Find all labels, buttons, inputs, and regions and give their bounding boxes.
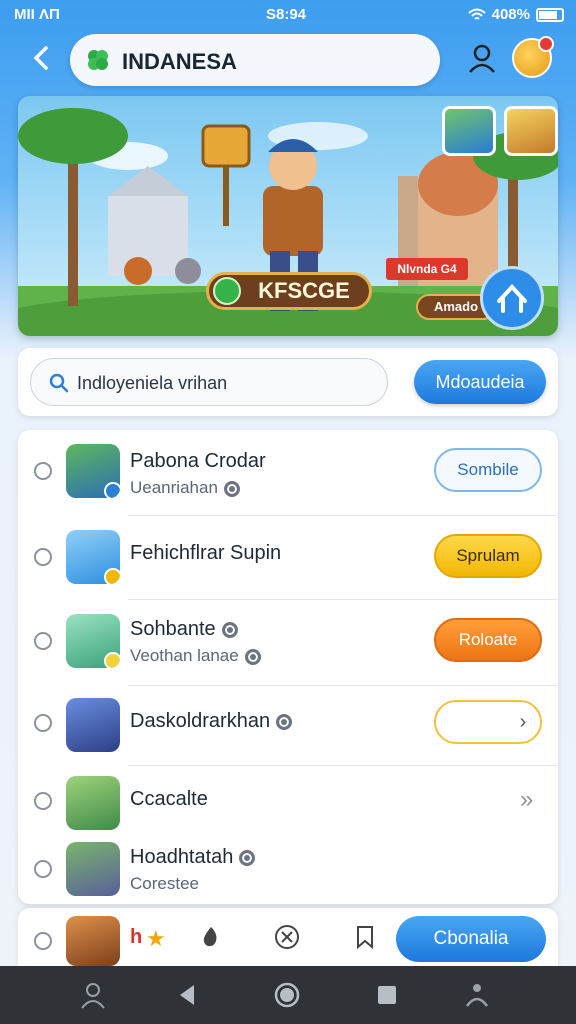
- item-subtitle: Veothan lanae: [130, 646, 261, 666]
- banner-thumbnail[interactable]: [442, 106, 496, 156]
- list-item[interactable]: Ccacalte »: [18, 766, 558, 834]
- bookmark-icon[interactable]: [352, 924, 378, 950]
- notification-dot: [538, 36, 554, 52]
- avatar: [66, 614, 120, 668]
- avatar: [66, 916, 120, 966]
- banner-red-tag: Nlvnda G4: [386, 258, 468, 280]
- home-fab[interactable]: [480, 266, 544, 330]
- badge-icon: [104, 652, 120, 668]
- list-item[interactable]: Daskoldrarkhan ›: [18, 686, 558, 766]
- radio-button[interactable]: [34, 548, 52, 566]
- item-title: Daskoldrarkhan: [130, 710, 293, 733]
- banner-badge-text: KFSCGE: [258, 278, 350, 303]
- list-item[interactable]: Hoadhtatah Corestee: [18, 834, 558, 904]
- system-nav-bar: [0, 966, 576, 1024]
- avatar: [66, 444, 120, 498]
- item-title: Fehichflrar Supin: [130, 542, 282, 564]
- item-action-button[interactable]: Roloate: [434, 618, 542, 662]
- chevron-right-icon[interactable]: »: [520, 786, 533, 814]
- star-icon: ★: [146, 926, 166, 951]
- flame-icon[interactable]: [198, 924, 224, 950]
- list-item[interactable]: Sohbante Veothan lanae Roloate: [18, 600, 558, 686]
- list-card: Pabona Crodar Ueanriahan Sombile Fehichf…: [18, 430, 558, 904]
- item-subtitle: Ueanriahan: [130, 478, 240, 498]
- list-item[interactable]: Pabona Crodar Ueanriahan Sombile: [18, 430, 558, 516]
- user-outline-icon[interactable]: [78, 980, 108, 1010]
- battery-icon: [536, 7, 564, 22]
- item-title: Pabona Crodar: [130, 450, 266, 472]
- item-title: Ccacalte: [130, 788, 208, 810]
- page-title: INDANESA: [122, 49, 237, 74]
- search-input[interactable]: [77, 373, 377, 394]
- home-icon: [497, 284, 527, 313]
- search-icon: [49, 373, 69, 393]
- badge-icon: [104, 568, 120, 584]
- user-icon[interactable]: [466, 42, 498, 74]
- profile-avatar[interactable]: [512, 36, 554, 78]
- primary-action-button[interactable]: Cbonalia: [396, 916, 546, 962]
- status-icons: 408%: [467, 6, 564, 23]
- info-icon: [239, 849, 256, 866]
- carrier-text: MII ΛΠ: [14, 6, 60, 23]
- recents-square-icon[interactable]: [372, 980, 402, 1010]
- battery-percent: 408%: [491, 6, 530, 23]
- info-icon: [223, 480, 240, 497]
- item-subtitle: Corestee: [130, 874, 199, 893]
- chevron-button[interactable]: ›: [434, 700, 542, 744]
- item-title: Sohbante: [130, 618, 238, 641]
- info-icon: [276, 713, 293, 730]
- radio-button[interactable]: [34, 632, 52, 650]
- title-pill: INDANESA: [70, 34, 440, 86]
- search-button[interactable]: Mdoaudeia: [414, 360, 546, 404]
- avatar: [66, 698, 120, 752]
- clock: S8:94: [266, 6, 307, 23]
- search-card: Mdoaudeia: [18, 348, 558, 416]
- top-bar: INDANESA: [14, 30, 562, 90]
- accessibility-icon[interactable]: [462, 980, 492, 1010]
- info-icon: [221, 621, 238, 638]
- avatar: [66, 530, 120, 584]
- search-field[interactable]: [30, 358, 388, 406]
- back-triangle-icon[interactable]: [172, 980, 202, 1010]
- avatar: [66, 776, 120, 830]
- banner-thumbnail[interactable]: [504, 106, 558, 156]
- check-icon: [213, 277, 241, 305]
- promo-banner[interactable]: KFSCGE Nlvnda G4 Amado: [18, 96, 558, 336]
- back-button[interactable]: [24, 40, 60, 76]
- info-icon: [244, 648, 261, 665]
- item-title: Hoadhtatah: [130, 846, 256, 869]
- bottom-action-bar: h ★ Cbonalia: [18, 908, 558, 966]
- list-item[interactable]: Fehichflrar Supin Sprulam: [18, 516, 558, 600]
- radio-button[interactable]: [34, 792, 52, 810]
- banner-badge: KFSCGE: [206, 272, 372, 310]
- back-arrow-icon: [33, 46, 48, 70]
- radio-button[interactable]: [34, 860, 52, 878]
- avatar: [66, 842, 120, 896]
- radio-button[interactable]: [34, 714, 52, 732]
- badge-icon: [104, 482, 120, 498]
- item-action-button[interactable]: Sombile: [434, 448, 542, 492]
- wifi-icon: [467, 8, 486, 20]
- status-bar: MII ΛΠ S8:94 408%: [0, 0, 576, 30]
- clover-icon: [88, 50, 108, 70]
- radio-button[interactable]: [34, 932, 52, 950]
- close-circle-icon[interactable]: [274, 924, 300, 950]
- item-action-button[interactable]: Sprulam: [434, 534, 542, 578]
- home-circle-icon[interactable]: [272, 980, 302, 1010]
- bottom-label: h: [130, 926, 143, 948]
- radio-button[interactable]: [34, 462, 52, 480]
